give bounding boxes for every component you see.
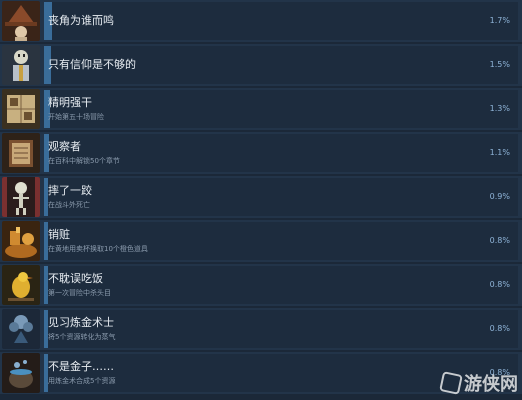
golden-bird-icon <box>2 265 40 305</box>
achievement-row[interactable]: 精明强干 开始第五十场冒险 1.3% <box>0 88 522 130</box>
achievement-title: 丧角为谁而鸣 <box>48 14 114 27</box>
site-watermark: 游侠网 <box>439 370 518 396</box>
achievement-row[interactable]: 只有信仰是不够的 1.5% <box>0 44 522 86</box>
progress-bar <box>44 2 518 40</box>
achievement-title: 不耽误吃饭 <box>48 272 103 285</box>
achievement-description: 第一次冒险中杀头目 <box>48 289 111 297</box>
achievement-row[interactable]: 观察者 在百科中解锁50个章节 1.1% <box>0 132 522 174</box>
achievement-description: 将5个资源转化为蒸气 <box>48 333 116 341</box>
unlock-percent: 0.8% <box>489 236 510 245</box>
unlock-percent: 0.9% <box>489 192 510 201</box>
witch-hat-icon <box>2 1 40 41</box>
unlock-percent: 1.5% <box>489 60 510 69</box>
skeleton-priest-icon <box>2 45 40 85</box>
achievement-title: 摔了一跤 <box>48 184 92 197</box>
progress-bar <box>44 222 518 260</box>
unlock-percent: 0.8% <box>489 280 510 289</box>
achievement-description: 用炼金术合成5个资源 <box>48 377 116 385</box>
logo-icon <box>439 371 463 395</box>
achievement-row[interactable]: 销赃 在黄地用卖杯换取10个橙色道具 0.8% <box>0 220 522 262</box>
unlock-percent: 0.8% <box>489 324 510 333</box>
loot-pile-icon <box>2 221 40 261</box>
achievement-title: 不是金子…… <box>48 360 114 373</box>
cauldron-icon <box>2 353 40 393</box>
achievement-description: 在黄地用卖杯换取10个橙色道具 <box>48 245 148 253</box>
achievement-title: 见习炼金术士 <box>48 316 114 329</box>
achievement-title: 观察者 <box>48 140 81 153</box>
progress-bar <box>44 178 518 216</box>
achievement-description: 在百科中解锁50个章节 <box>48 157 120 165</box>
skeleton-icon <box>2 177 40 217</box>
achievement-row[interactable]: 摔了一跤 在战斗外死亡 0.9% <box>0 176 522 218</box>
treasure-map-icon <box>2 89 40 129</box>
watermark-text: 游侠网 <box>464 374 518 395</box>
achievement-title: 精明强干 <box>48 96 92 109</box>
achievement-row[interactable]: 丧角为谁而鸣 1.7% <box>0 0 522 42</box>
unlock-percent: 1.3% <box>489 104 510 113</box>
progress-bar <box>44 266 518 304</box>
unlock-percent: 1.7% <box>489 16 510 25</box>
progress-bar <box>44 134 518 172</box>
achievement-row[interactable]: 见习炼金术士 将5个资源转化为蒸气 0.8% <box>0 308 522 350</box>
achievement-row[interactable]: 不耽误吃饭 第一次冒险中杀头目 0.8% <box>0 264 522 306</box>
book-icon <box>2 133 40 173</box>
alchemy-smoke-icon <box>2 309 40 349</box>
achievement-title: 销赃 <box>48 228 70 241</box>
unlock-percent: 1.1% <box>489 148 510 157</box>
achievement-description: 在战斗外死亡 <box>48 201 90 209</box>
achievement-description: 开始第五十场冒险 <box>48 113 104 121</box>
achievement-list: 丧角为谁而鸣 1.7% 只有信仰是不够的 1.5% 精明强干 开始第五十场冒险 … <box>0 0 522 396</box>
achievement-title: 只有信仰是不够的 <box>48 58 136 71</box>
progress-bar <box>44 310 518 348</box>
progress-bar <box>44 90 518 128</box>
